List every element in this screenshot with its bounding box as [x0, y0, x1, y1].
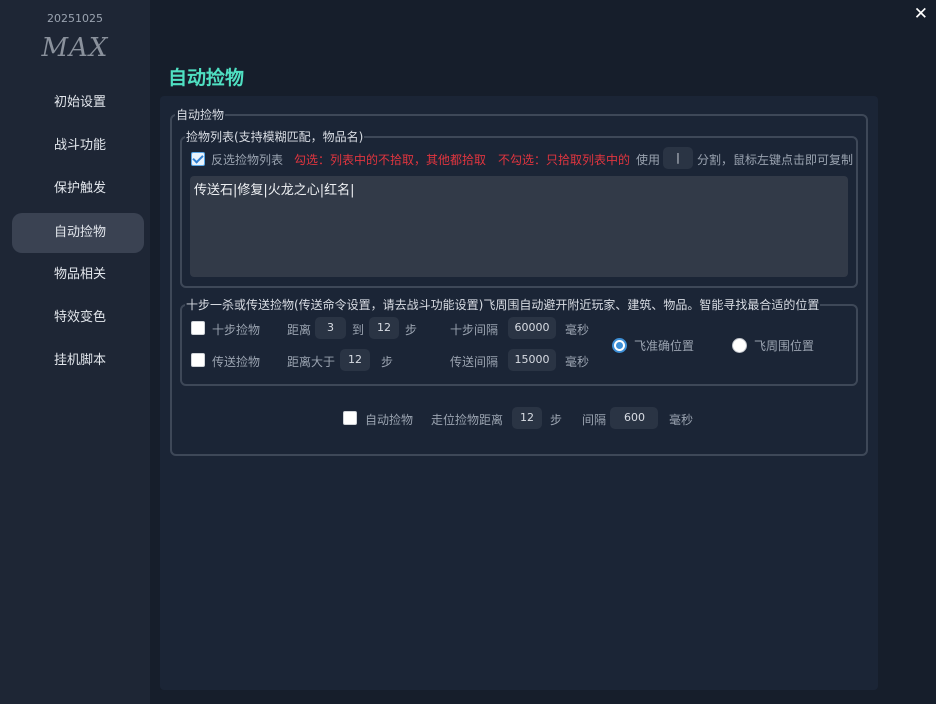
content-panel: 自动捡物 捡物列表(支持模糊匹配，物品名) 反选捡物列表 勾选：列表中的不拾取，… — [160, 96, 878, 690]
radio-precise-position[interactable] — [612, 338, 627, 353]
hint-checked: 勾选：列表中的不拾取，其他都拾取 — [294, 153, 487, 167]
walk-distance-unit: 步 — [550, 413, 563, 427]
pickup-list-legend: 捡物列表(支持模糊匹配，物品名) — [186, 130, 364, 144]
ten-step-to-label: 到 — [352, 323, 365, 337]
ten-step-label: 十步捡物 — [212, 323, 261, 337]
teleport-pickup-checkbox[interactable] — [191, 353, 205, 367]
teleport-distance-unit: 步 — [381, 355, 394, 369]
radio-precise-label: 飞准确位置 — [634, 339, 695, 353]
ten-step-interval-unit: 毫秒 — [565, 323, 590, 337]
teleport-interval-unit: 毫秒 — [565, 355, 590, 369]
pickup-interval-input[interactable]: 600 — [610, 407, 658, 429]
version-label: 20251025 — [47, 12, 103, 25]
invert-list-label: 反选捡物列表 — [211, 153, 284, 167]
pickup-list-textarea[interactable]: 传送石|修复|火龙之心|红名| — [190, 176, 848, 277]
sidebar-item-initial-settings[interactable]: 初始设置 — [12, 83, 144, 123]
ten-step-distance-min-input[interactable]: 3 — [315, 317, 346, 339]
sidebar-item-effects[interactable]: 特效变色 — [12, 298, 144, 338]
close-icon[interactable]: ✕ — [914, 4, 928, 24]
teleport-interval-label: 传送间隔 — [450, 355, 499, 369]
pickup-interval-label: 间隔 — [582, 413, 607, 427]
sidebar-item-combat[interactable]: 战斗功能 — [12, 126, 144, 166]
teleport-pickup-label: 传送捡物 — [212, 355, 261, 369]
sidebar-item-protection[interactable]: 保护触发 — [12, 169, 144, 209]
teleport-pickup-legend: 十步一杀或传送捡物(传送命令设置，请去战斗功能设置)飞周围自动避开附近玩家、建筑… — [186, 298, 820, 312]
auto-pickup-label: 自动捡物 — [365, 413, 414, 427]
separator-hint: 分割，鼠标左键点击即可复制 — [697, 153, 854, 167]
auto-pickup-group-legend: 自动捡物 — [176, 108, 225, 122]
separator-copy-box[interactable]: | — [663, 147, 693, 169]
radio-around-position[interactable] — [732, 338, 747, 353]
sidebar: 20251025 MAX 初始设置 战斗功能 保护触发 自动捡物 物品相关 特效… — [0, 0, 150, 704]
page-title: 自动捡物 — [168, 67, 245, 89]
hint-unchecked: 不勾选：只拾取列表中的 — [498, 153, 631, 167]
use-label: 使用 — [636, 153, 661, 167]
teleport-distance-label: 距离大于 — [287, 355, 336, 369]
ten-step-distance-max-input[interactable]: 12 — [369, 317, 399, 339]
sidebar-item-scripts[interactable]: 挂机脚本 — [12, 341, 144, 381]
ten-step-checkbox[interactable] — [191, 321, 205, 335]
teleport-interval-input[interactable]: 15000 — [508, 349, 556, 371]
walk-distance-input[interactable]: 12 — [512, 407, 542, 429]
sidebar-item-auto-pickup[interactable]: 自动捡物 — [12, 213, 144, 253]
ten-step-unit: 步 — [405, 323, 418, 337]
walk-distance-label: 走位捡物距离 — [431, 413, 504, 427]
ten-step-distance-label: 距离 — [287, 323, 312, 337]
auto-pickup-checkbox[interactable] — [343, 411, 357, 425]
pickup-interval-unit: 毫秒 — [669, 413, 694, 427]
teleport-distance-input[interactable]: 12 — [340, 349, 370, 371]
app-logo: MAX — [41, 33, 109, 63]
invert-list-checkbox[interactable] — [191, 152, 205, 166]
ten-step-interval-input[interactable]: 60000 — [508, 317, 556, 339]
radio-around-label: 飞周围位置 — [754, 339, 815, 353]
sidebar-item-items[interactable]: 物品相关 — [12, 255, 144, 295]
ten-step-interval-label: 十步间隔 — [450, 323, 499, 337]
